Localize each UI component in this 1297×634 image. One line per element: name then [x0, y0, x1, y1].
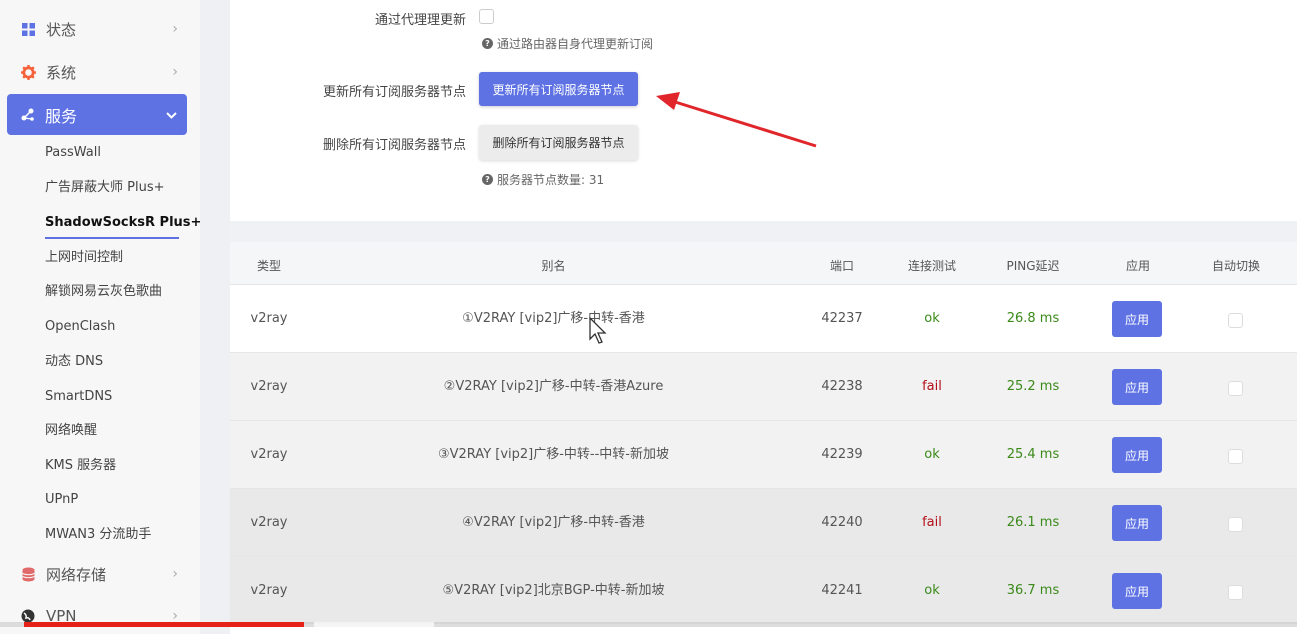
- cell-test: fail: [922, 515, 942, 530]
- delete-all-button[interactable]: 删除所有订阅服务器节点: [479, 125, 638, 160]
- cell-ping: 26.8 ms: [1006, 311, 1060, 326]
- menu-storage[interactable]: 网络存储 ›: [0, 554, 200, 594]
- cell-ping: 25.2 ms: [1006, 379, 1060, 394]
- submenu-kms[interactable]: KMS 服务器: [45, 456, 116, 476]
- header-ping: PING延迟: [1006, 259, 1060, 273]
- cell-alias: ④V2RAY [vip2]广移-中转-香港: [462, 515, 645, 530]
- cell-ping: 25.4 ms: [1006, 447, 1060, 462]
- menu-services[interactable]: 服务: [7, 94, 187, 135]
- server-nodes-table: 类型 别名 端口 连接测试 PING延迟 应用 自动切换 v2ray ①V2RAY…: [230, 242, 1297, 634]
- auto-switch-checkbox[interactable]: [1228, 449, 1243, 464]
- cell-test: fail: [922, 379, 942, 394]
- header-alias: 别名: [541, 259, 566, 273]
- header-apply: 应用: [1125, 259, 1150, 273]
- video-progress-bar[interactable]: [0, 622, 1297, 627]
- menu-vpn[interactable]: VPN ›: [0, 596, 200, 634]
- cell-type: v2ray: [250, 447, 288, 462]
- sidebar: 状态 › 系统 › 服务 PassWall 广告屏蔽大师 Plus+ Shado…: [0, 0, 201, 634]
- submenu-wol[interactable]: 网络唤醒: [45, 421, 97, 441]
- help-icon: ?: [482, 174, 493, 185]
- header-test: 连接测试: [907, 259, 956, 273]
- proxy-update-hint: ? 通过路由器自身代理更新订阅: [482, 35, 653, 52]
- auto-switch-checkbox[interactable]: [1228, 381, 1243, 396]
- cell-port: 42237: [821, 311, 863, 326]
- update-all-button[interactable]: 更新所有订阅服务器节点: [479, 72, 638, 106]
- menu-status[interactable]: 状态 ›: [0, 9, 200, 49]
- cell-alias: ③V2RAY [vip2]广移-中转--中转-新加坡: [437, 447, 670, 462]
- table-header: 类型 别名 端口 连接测试 PING延迟 应用 自动切换: [230, 242, 1297, 284]
- video-played: [24, 622, 304, 627]
- cell-type: v2ray: [250, 515, 288, 530]
- cell-test: ok: [924, 447, 940, 462]
- cell-test: ok: [924, 311, 940, 326]
- table-row: v2ray ③V2RAY [vip2]广移-中转--中转-新加坡 42239 ok 25…: [230, 420, 1297, 488]
- table-row: v2ray ②V2RAY [vip2]广移-中转-香港Azure 42238 fail…: [230, 352, 1297, 420]
- cell-ping: 26.1 ms: [1006, 515, 1060, 530]
- auto-switch-checkbox[interactable]: [1228, 313, 1243, 328]
- menu-system[interactable]: 系统 ›: [0, 52, 200, 92]
- apply-button[interactable]: 应用: [1112, 505, 1162, 541]
- submenu-time-control[interactable]: 上网时间控制: [45, 248, 123, 268]
- menu-storage-label: 网络存储: [46, 565, 107, 584]
- delete-all-label: 删除所有订阅服务器节点: [322, 138, 466, 153]
- proxy-update-label: 通过代理理更新: [374, 13, 466, 28]
- header-type: 类型: [256, 259, 281, 273]
- help-icon: ?: [482, 38, 493, 49]
- submenu-openclash[interactable]: OpenClash: [45, 317, 115, 337]
- submenu-adblock[interactable]: 广告屏蔽大师 Plus+: [45, 178, 165, 198]
- apply-button[interactable]: 应用: [1112, 301, 1162, 337]
- cell-alias: ⑤V2RAY [vip2]北京BGP-中转-新加坡: [442, 583, 665, 598]
- menu-system-label: 系统: [46, 63, 77, 82]
- node-count-hint: ? 服务器节点数量: 31: [482, 171, 604, 188]
- subscription-form: 通过代理理更新 ? 通过路由器自身代理更新订阅 更新所有订阅服务器节点 更新所有…: [230, 0, 1297, 221]
- chevron-down-icon: [166, 108, 177, 122]
- dashboard-icon: [20, 21, 36, 37]
- cell-ping: 36.7 ms: [1006, 583, 1060, 598]
- cell-port: 42239: [821, 447, 863, 462]
- auto-switch-checkbox[interactable]: [1228, 585, 1243, 600]
- submenu-smartdns[interactable]: SmartDNS: [45, 387, 112, 407]
- cell-type: v2ray: [250, 583, 288, 598]
- chevron-right-icon: ›: [172, 64, 178, 80]
- content-gutter: [200, 0, 230, 634]
- cell-port: 42240: [821, 515, 863, 530]
- header-auto-switch: 自动切换: [1211, 259, 1260, 273]
- update-all-label: 更新所有订阅服务器节点: [322, 85, 466, 100]
- gear-icon: [20, 64, 36, 80]
- submenu-mwan3[interactable]: MWAN3 分流助手: [45, 525, 151, 545]
- cell-alias: ①V2RAY [vip2]广移-中转-香港: [462, 311, 645, 326]
- mouse-cursor-icon: [589, 317, 607, 344]
- active-underline: [45, 237, 179, 239]
- header-port: 端口: [829, 259, 854, 273]
- submenu-upnp[interactable]: UPnP: [45, 490, 78, 510]
- cell-test: ok: [924, 583, 940, 598]
- cell-port: 42241: [821, 583, 863, 598]
- proxy-update-hint-text: 通过路由器自身代理更新订阅: [497, 37, 654, 51]
- database-icon: [20, 566, 36, 582]
- menu-status-label: 状态: [46, 20, 77, 39]
- chevron-right-icon: ›: [172, 566, 178, 582]
- auto-switch-checkbox[interactable]: [1228, 517, 1243, 532]
- proxy-update-checkbox[interactable]: [479, 9, 494, 24]
- apply-button[interactable]: 应用: [1112, 369, 1162, 405]
- video-buffered: [314, 622, 434, 627]
- menu-services-label: 服务: [45, 106, 78, 126]
- submenu-ddns[interactable]: 动态 DNS: [45, 352, 103, 372]
- apply-button[interactable]: 应用: [1112, 573, 1162, 609]
- submenu-ssrplus[interactable]: ShadowSocksR Plus+: [45, 213, 201, 233]
- cell-type: v2ray: [250, 311, 288, 326]
- node-count-hint-text: 服务器节点数量: 31: [497, 173, 605, 187]
- apply-button[interactable]: 应用: [1112, 437, 1162, 473]
- cell-port: 42238: [821, 379, 863, 394]
- share-icon: [20, 107, 36, 123]
- chevron-right-icon: ›: [172, 21, 178, 37]
- cell-type: v2ray: [250, 379, 288, 394]
- table-row: v2ray ①V2RAY [vip2]广移-中转-香港 42237 ok 26.8 ms…: [230, 284, 1297, 352]
- cell-alias: ②V2RAY [vip2]广移-中转-香港Azure: [443, 379, 664, 394]
- submenu-unblock-music[interactable]: 解锁网易云灰色歌曲: [45, 282, 162, 302]
- table-row: v2ray ⑤V2RAY [vip2]北京BGP-中转-新加坡 42241 ok 36.…: [230, 556, 1297, 624]
- table-row: v2ray ④V2RAY [vip2]广移-中转-香港 42240 fail 26.1 …: [230, 488, 1297, 556]
- submenu-passwall[interactable]: PassWall: [45, 143, 101, 163]
